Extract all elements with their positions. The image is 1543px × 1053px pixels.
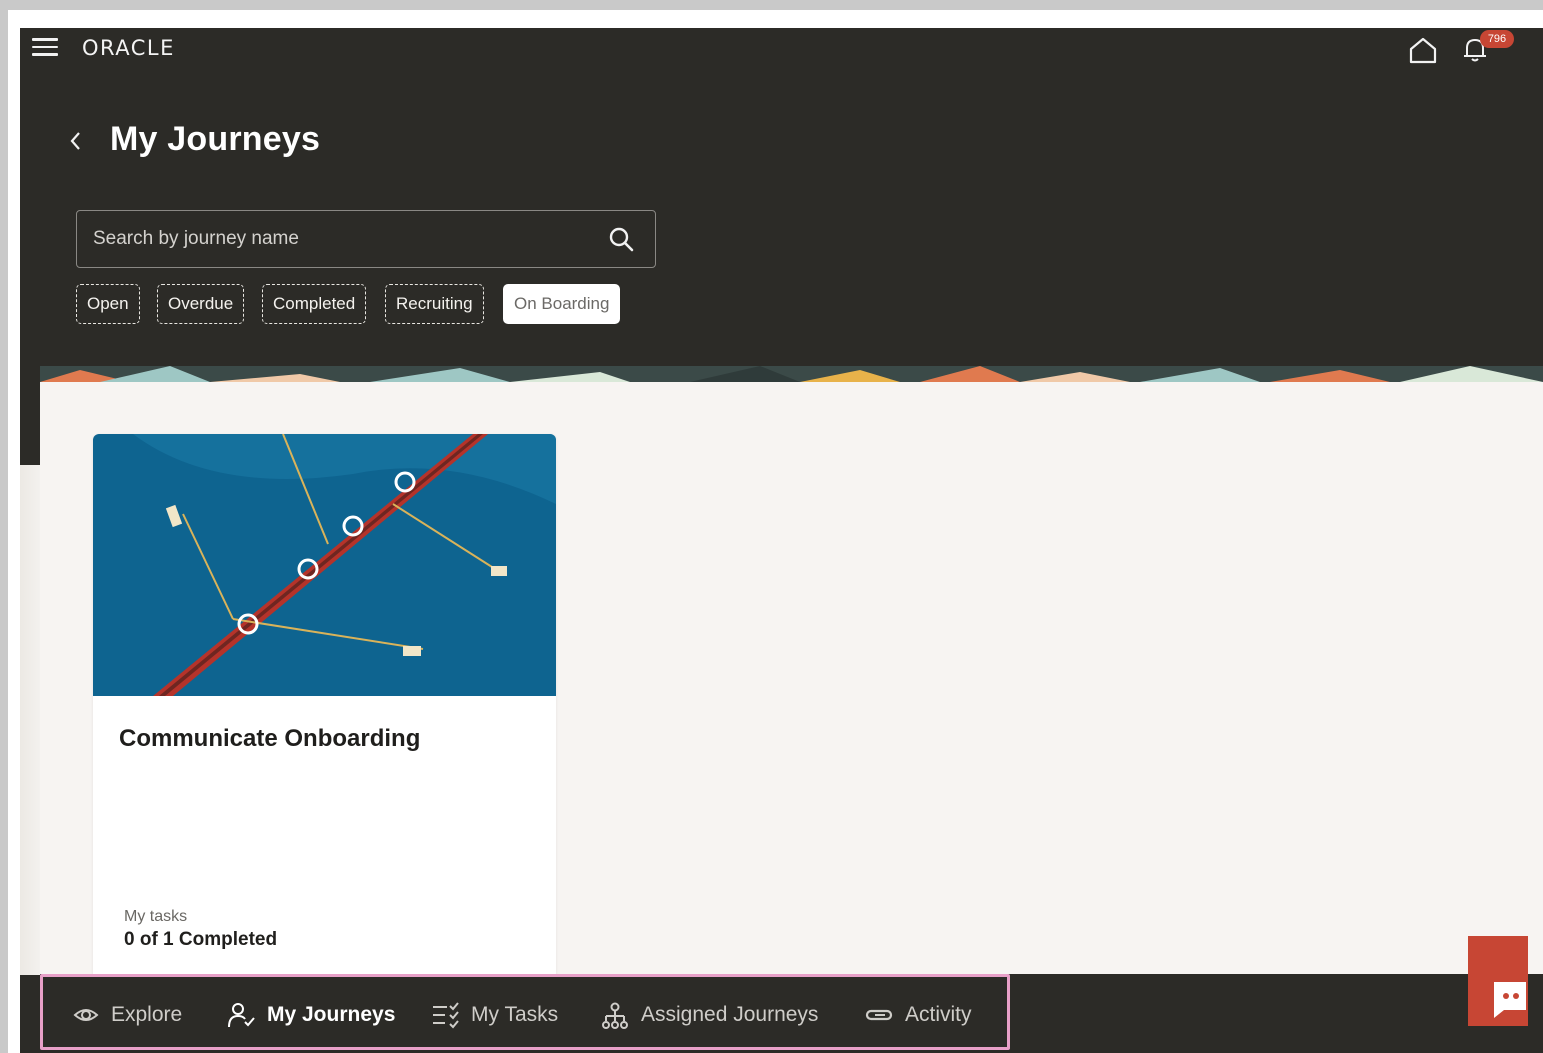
app-window: ORACLE 796 My Journeys Open Overdue Comp… [20, 28, 1543, 1053]
task-list-icon [433, 1002, 459, 1029]
page-title: My Journeys [110, 120, 321, 158]
nav-my-tasks[interactable]: My Tasks [431, 999, 561, 1031]
nav-activity[interactable]: Activity [865, 999, 995, 1031]
left-sidebar-edge [20, 465, 40, 975]
home-icon[interactable] [1408, 36, 1438, 64]
oracle-logo: ORACLE [82, 36, 175, 60]
filter-chip-open[interactable]: Open [76, 284, 140, 324]
journey-tasks-progress: 0 of 1 Completed [124, 929, 278, 950]
nav-assigned-journeys-label: Assigned Journeys [641, 1003, 819, 1026]
filter-chip-on-boarding[interactable]: On Boarding [503, 284, 621, 324]
notification-badge: 796 [1480, 30, 1514, 48]
filter-chip-recruiting[interactable]: Recruiting [385, 284, 484, 324]
search-field [76, 210, 656, 268]
filter-chip-completed[interactable]: Completed [262, 284, 367, 324]
nav-my-journeys[interactable]: My Journeys [227, 999, 397, 1031]
journeys-content: Communicate Onboarding My tasks 0 of 1 C… [40, 382, 1543, 994]
search-input[interactable] [77, 211, 655, 267]
search-icon[interactable] [607, 225, 635, 253]
decorative-banner [40, 366, 1543, 382]
window-top-strip [8, 10, 1543, 28]
rowing-boat-illustration [93, 434, 556, 696]
hierarchy-icon [602, 1002, 628, 1029]
journey-tasks-label: My tasks [124, 908, 188, 925]
menu-icon[interactable] [32, 38, 58, 58]
back-chevron-icon[interactable] [66, 128, 86, 154]
person-journey-icon [228, 1003, 255, 1028]
chat-assistant-button[interactable] [1468, 936, 1528, 1026]
nav-activity-label: Activity [905, 1003, 972, 1026]
nav-my-tasks-label: My Tasks [471, 1003, 559, 1026]
nav-explore-label: Explore [111, 1003, 183, 1026]
journey-card[interactable]: Communicate Onboarding My tasks 0 of 1 C… [93, 434, 556, 994]
nav-my-journeys-label: My Journeys [267, 1003, 396, 1026]
filter-chip-overdue[interactable]: Overdue [157, 284, 245, 324]
eye-icon [73, 1009, 99, 1021]
global-header: ORACLE 796 [20, 28, 1543, 72]
activity-icon [865, 1009, 893, 1021]
nav-assigned-journeys[interactable]: Assigned Journeys [601, 999, 826, 1031]
bottom-navigation: Explore My Journeys My Tasks Assigned Jo… [40, 974, 1010, 1050]
journey-card-title: Communicate Onboarding [119, 725, 421, 752]
nav-explore[interactable]: Explore [73, 999, 193, 1031]
chat-icon [1494, 982, 1526, 1018]
